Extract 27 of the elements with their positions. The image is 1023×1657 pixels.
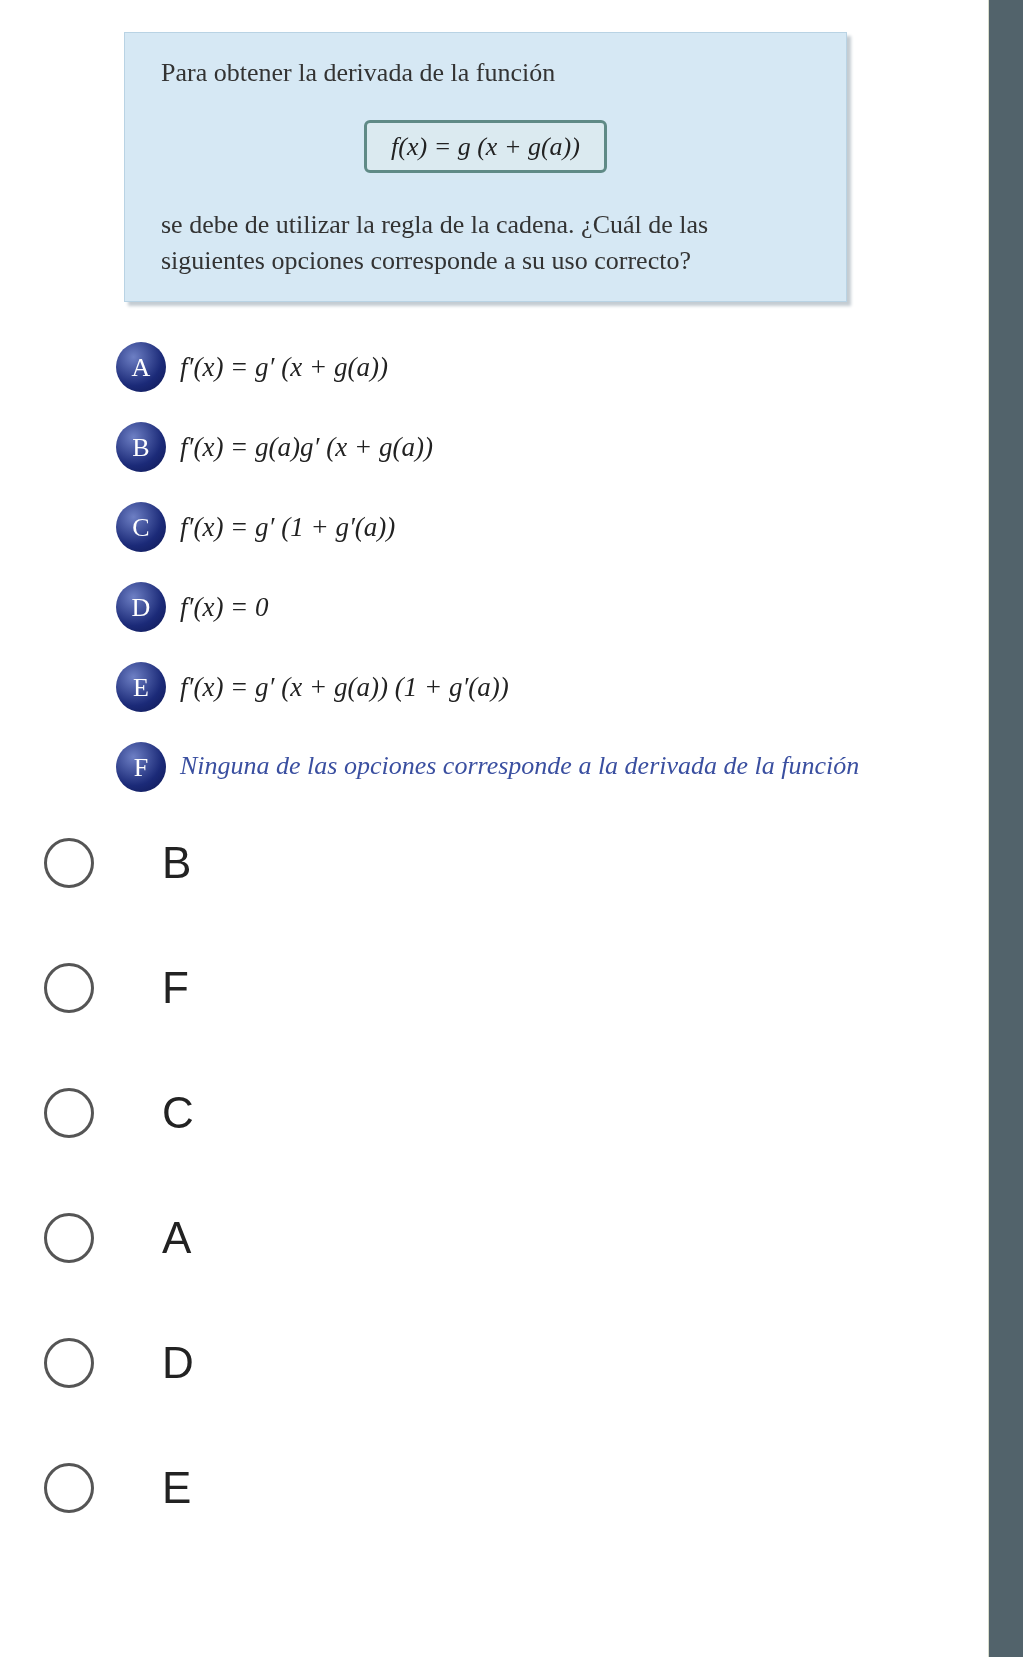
answer-label[interactable]: C [162, 1089, 194, 1137]
radio-button[interactable] [44, 963, 94, 1013]
option-letter-badge: C [116, 502, 166, 552]
option-letter-badge: E [116, 662, 166, 712]
answer-label[interactable]: A [162, 1214, 192, 1262]
radio-button[interactable] [44, 838, 94, 888]
option-letter-badge: B [116, 422, 166, 472]
radio-button[interactable] [44, 1213, 94, 1263]
radio-button[interactable] [44, 1338, 94, 1388]
boxed-formula: f(x) = g (x + g(a)) [364, 120, 607, 173]
answer-label[interactable]: B [162, 839, 192, 887]
option-formula: f′(x) = g′ (1 + g′(a)) [180, 511, 396, 544]
option-formula: f′(x) = g′ (x + g(a)) (1 + g′(a)) [180, 671, 509, 704]
option-formula: f′(x) = 0 [180, 591, 269, 624]
question-text: se debe de utilizar la regla de la cadena. ¿Cuál de las siguientes opciones corresponde a su uso correcto? [161, 209, 710, 277]
option-formula: f′(x) = g′ (x + g(a)) [180, 351, 388, 384]
answer-label[interactable]: D [162, 1339, 194, 1387]
answer-label[interactable]: E [162, 1464, 192, 1512]
question-intro: Para obtener la derivada de la función [161, 57, 557, 89]
option-letter-badge: A [116, 342, 166, 392]
radio-button[interactable] [44, 1088, 94, 1138]
option-text: Ninguna de las opciones corresponde a la derivada de la función [180, 750, 860, 782]
option-formula: f′(x) = g(a)g′ (x + g(a)) [180, 431, 433, 464]
option-letter-badge: D [116, 582, 166, 632]
answer-label[interactable]: F [162, 964, 189, 1012]
radio-button[interactable] [44, 1463, 94, 1513]
option-letter-badge: F [116, 742, 166, 792]
